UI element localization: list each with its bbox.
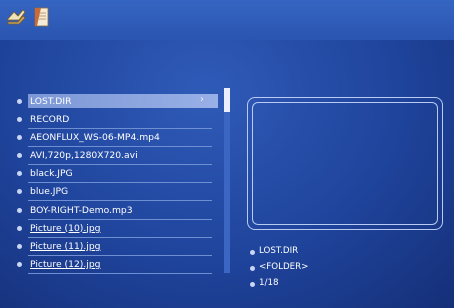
list-item[interactable]: Picture (12).jpg bbox=[10, 256, 212, 274]
bullet-icon bbox=[17, 117, 22, 123]
list-item-label: Picture (12).jpg bbox=[30, 258, 101, 270]
list-item[interactable]: AVI,720p,1280X720.avi bbox=[10, 147, 212, 166]
list-item[interactable]: AEONFLUX_WS-06-MP4.mp4 bbox=[10, 129, 212, 148]
list-item-label: LOST.DIR bbox=[30, 96, 72, 107]
list-item[interactable]: black.JPG bbox=[10, 165, 212, 184]
list-item[interactable]: BOY-RIGHT-Demo.mp3 bbox=[10, 202, 212, 220]
list-item-label: AEONFLUX_WS-06-MP4.mp4 bbox=[30, 132, 160, 144]
bullet-icon bbox=[17, 207, 22, 213]
list-item-label: RECORD bbox=[30, 114, 70, 126]
list-item[interactable]: Picture (11).jpg bbox=[10, 238, 212, 256]
list-item[interactable]: LOST.DIR › bbox=[10, 93, 218, 111]
bullet-icon bbox=[17, 225, 22, 231]
bullet-icon bbox=[17, 189, 22, 195]
bullet-icon bbox=[17, 99, 22, 104]
file-icon[interactable] bbox=[31, 6, 53, 28]
list-item-label: blue.JPG bbox=[30, 186, 69, 198]
list-item[interactable]: Picture (10).jpg bbox=[10, 220, 212, 238]
info-type: <FOLDER> bbox=[259, 262, 309, 272]
bullet-icon bbox=[17, 243, 22, 249]
bullet-icon bbox=[17, 153, 22, 159]
list-item-label: black.JPG bbox=[30, 168, 73, 180]
info-name: LOST.DIR bbox=[259, 246, 299, 256]
preview-panel bbox=[247, 97, 443, 230]
home-icon[interactable] bbox=[5, 6, 27, 28]
chevron-right-icon: › bbox=[200, 94, 204, 105]
scrollbar-track[interactable] bbox=[224, 88, 230, 273]
bullet-icon bbox=[250, 282, 255, 287]
preview-frame bbox=[252, 102, 438, 225]
file-list: LOST.DIR › RECORD AEONFLUX_WS-06-MP4.mp4… bbox=[10, 93, 218, 274]
list-item[interactable]: RECORD bbox=[10, 111, 212, 130]
list-item-label: Picture (11).jpg bbox=[30, 240, 101, 252]
list-item[interactable]: blue.JPG bbox=[10, 183, 212, 202]
info-position: 1/18 bbox=[259, 278, 279, 288]
bullet-icon bbox=[17, 171, 22, 177]
scrollbar-thumb[interactable] bbox=[224, 88, 230, 112]
bullet-icon bbox=[17, 261, 22, 267]
bullet-icon bbox=[17, 135, 22, 141]
row-divider bbox=[28, 272, 212, 274]
top-bar bbox=[0, 0, 454, 40]
bullet-icon bbox=[250, 266, 255, 271]
list-item-label: AVI,720p,1280X720.avi bbox=[30, 150, 138, 162]
list-item-label: BOY-RIGHT-Demo.mp3 bbox=[30, 204, 133, 216]
list-item-label: Picture (10).jpg bbox=[30, 222, 101, 234]
bullet-icon bbox=[250, 250, 255, 255]
